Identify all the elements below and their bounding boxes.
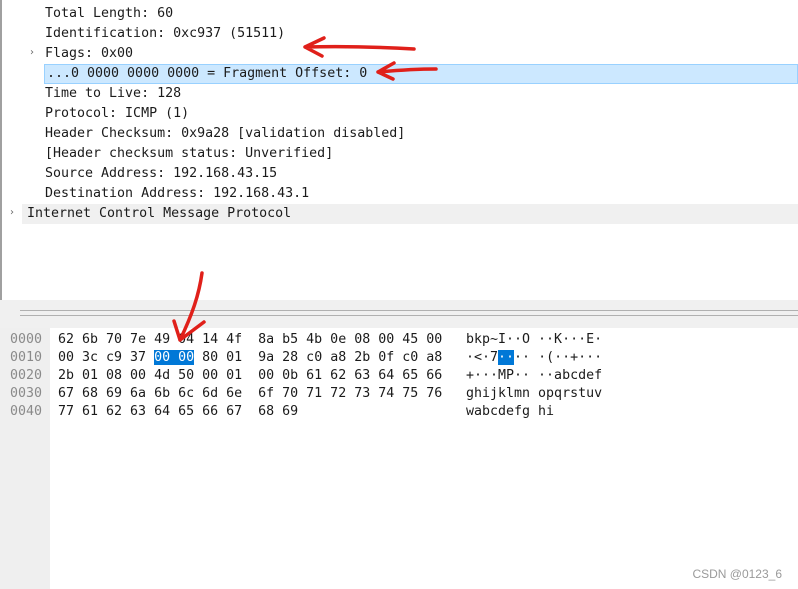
- hex-row[interactable]: 67 68 69 6a 6b 6c 6d 6e 6f 70 71 72 73 7…: [58, 385, 442, 403]
- ascii-row[interactable]: ·<·7···· ·(··+···: [466, 349, 602, 367]
- watermark: CSDN @0123_6: [692, 567, 782, 581]
- splitter-grip[interactable]: [20, 310, 798, 316]
- ascii-chars[interactable]: bkp~I··O ··K···E·: [466, 332, 602, 347]
- byte-offset: 0040: [10, 404, 43, 419]
- hex-bytes[interactable]: 67 68 69 6a 6b 6c 6d 6e 6f 70 71 72 73 7…: [58, 386, 442, 401]
- field-fragment-offset-selected[interactable]: ...0 0000 0000 0000 = Fragment Offset: 0: [44, 64, 798, 84]
- field-flags[interactable]: Flags: 0x00: [45, 44, 798, 64]
- field-source-address[interactable]: Source Address: 192.168.43.15: [45, 164, 798, 184]
- hex-bytes[interactable]: 80 01 9a 28 c0 a8 2b 0f c0 a8: [194, 350, 442, 365]
- hex-row[interactable]: 62 6b 70 7e 49 04 14 4f 8a b5 4b 0e 08 0…: [58, 331, 442, 349]
- expand-icmp-chevron-icon[interactable]: ›: [10, 207, 14, 218]
- field-protocol[interactable]: Protocol: ICMP (1): [45, 104, 798, 124]
- expand-flags-chevron-icon[interactable]: ›: [30, 47, 34, 58]
- hex-row[interactable]: 2b 01 08 00 4d 50 00 01 00 0b 61 62 63 6…: [58, 367, 442, 385]
- field-destination-address[interactable]: Destination Address: 192.168.43.1: [45, 184, 798, 204]
- packet-details-pane[interactable]: Total Length: 60 Identification: 0xc937 …: [2, 0, 798, 300]
- field-total-length[interactable]: Total Length: 60: [45, 4, 798, 24]
- byte-offset: 0010: [10, 350, 43, 365]
- ascii-row[interactable]: +···MP·· ··abcdef: [466, 367, 602, 385]
- ascii-chars[interactable]: wabcdefg hi: [466, 404, 554, 419]
- ascii-row[interactable]: ghijklmn opqrstuv: [466, 385, 602, 403]
- ascii-selected-chars[interactable]: ··: [498, 350, 515, 365]
- ascii-chars[interactable]: ·<·7: [466, 350, 498, 365]
- ascii-row[interactable]: wabcdefg hi: [466, 403, 554, 421]
- ascii-chars[interactable]: ghijklmn opqrstuv: [466, 386, 602, 401]
- hex-bytes[interactable]: 62 6b 70 7e 49 04 14 4f 8a b5 4b 0e 08 0…: [58, 332, 442, 347]
- field-identification[interactable]: Identification: 0xc937 (51511): [45, 24, 798, 44]
- field-header-checksum[interactable]: Header Checksum: 0x9a28 [validation disa…: [45, 124, 798, 144]
- field-checksum-status[interactable]: [Header checksum status: Unverified]: [45, 144, 798, 164]
- tree-item-icmp[interactable]: Internet Control Message Protocol: [22, 204, 798, 224]
- hex-bytes[interactable]: 2b 01 08 00 4d 50 00 01 00 0b 61 62 63 6…: [58, 368, 442, 383]
- byte-offset: 0000: [10, 332, 43, 347]
- packet-bytes-pane[interactable]: 0000 62 6b 70 7e 49 04 14 4f 8a b5 4b 0e …: [0, 328, 798, 589]
- hex-selected-bytes[interactable]: 00 00: [154, 350, 195, 365]
- ascii-chars[interactable]: ·· ·(··+···: [514, 350, 602, 365]
- byte-offset: 0030: [10, 386, 43, 401]
- hex-row[interactable]: 00 3c c9 37 00 00 80 01 9a 28 c0 a8 2b 0…: [58, 349, 442, 367]
- byte-offset: 0020: [10, 368, 43, 383]
- ascii-chars[interactable]: +···MP·· ··abcdef: [466, 368, 602, 383]
- hex-row[interactable]: 77 61 62 63 64 65 66 67 68 69: [58, 403, 298, 421]
- pane-splitter[interactable]: [0, 300, 798, 328]
- hex-bytes[interactable]: 00 3c c9 37: [58, 350, 154, 365]
- field-ttl[interactable]: Time to Live: 128: [45, 84, 798, 104]
- ascii-row[interactable]: bkp~I··O ··K···E·: [466, 331, 602, 349]
- hex-bytes[interactable]: 77 61 62 63 64 65 66 67 68 69: [58, 404, 298, 419]
